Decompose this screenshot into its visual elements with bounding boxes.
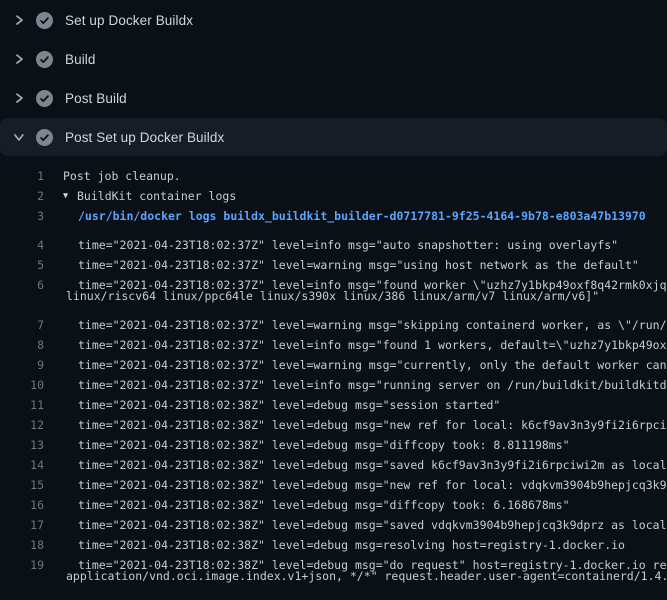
line-number-link[interactable]: 14 <box>0 455 44 466</box>
line-number-link[interactable]: 7 <box>0 315 44 326</box>
log-text: time="2021-04-23T18:02:37Z" level=warnin… <box>78 255 639 266</box>
chevron-right-icon[interactable] <box>12 91 26 105</box>
step-title: Build <box>65 52 96 67</box>
log-text: time="2021-04-23T18:02:38Z" level=debug … <box>78 495 570 506</box>
log-text: time="2021-04-23T18:02:38Z" level=debug … <box>78 595 667 600</box>
chevron-down-icon[interactable] <box>12 130 26 144</box>
log-text: time="2021-04-23T18:02:38Z" level=debug … <box>78 475 667 486</box>
log-row: 7 time="2021-04-23T18:02:37Z" level=warn… <box>0 306 667 326</box>
log-text: time="2021-04-23T18:02:38Z" level=debug … <box>78 555 667 566</box>
line-number-link[interactable]: 10 <box>0 375 44 386</box>
line-number-link[interactable]: 16 <box>0 495 44 506</box>
log-panel[interactable]: 1 Post job cleanup. 2 ▼ BuildKit contain… <box>0 157 667 600</box>
log-row: 4 time="2021-04-23T18:02:37Z" level=info… <box>0 226 667 246</box>
line-number-link[interactable]: 19 <box>0 555 44 566</box>
log-row: application/vnd.oci.image.index.v1+json,… <box>0 566 667 586</box>
log-text: time="2021-04-23T18:02:38Z" level=debug … <box>78 435 570 446</box>
line-number-link[interactable]: 20 <box>0 595 44 600</box>
line-number-link[interactable]: 15 <box>0 475 44 486</box>
log-row: 3 /usr/bin/docker logs buildx_buildkit_b… <box>0 206 667 226</box>
log-text: time="2021-04-23T18:02:37Z" level=info m… <box>78 275 667 286</box>
line-number-link[interactable] <box>0 286 44 306</box>
log-text: application/vnd.oci.image.index.v1+json,… <box>66 566 667 586</box>
line-number-link[interactable]: 4 <box>0 235 44 246</box>
log-text: time="2021-04-23T18:02:37Z" level=info m… <box>78 335 667 346</box>
chevron-right-icon[interactable] <box>12 52 26 66</box>
log-text: BuildKit container logs <box>77 186 236 206</box>
step-title: Set up Docker Buildx <box>65 13 193 28</box>
step-title: Post Set up Docker Buildx <box>65 130 224 145</box>
step-row-post-build[interactable]: Post Build <box>0 79 667 117</box>
log-row: 1 Post job cleanup. <box>0 166 667 186</box>
log-group-collapse-icon[interactable]: ▼ <box>63 186 77 206</box>
line-number-link[interactable]: 6 <box>0 275 44 286</box>
check-circle-icon <box>36 90 53 107</box>
check-circle-icon <box>36 51 53 68</box>
line-number-link[interactable]: 11 <box>0 395 44 406</box>
line-number-link[interactable]: 1 <box>0 166 44 186</box>
step-title: Post Build <box>65 91 127 106</box>
chevron-right-icon[interactable] <box>12 13 26 27</box>
line-number-link[interactable]: 13 <box>0 435 44 446</box>
log-text: time="2021-04-23T18:02:37Z" level=info m… <box>78 375 667 386</box>
line-number-link[interactable]: 2 <box>0 186 44 206</box>
log-text: time="2021-04-23T18:02:38Z" level=debug … <box>78 415 667 426</box>
log-row: 2 ▼ BuildKit container logs <box>0 186 667 206</box>
log-row: 20 time="2021-04-23T18:02:38Z" level=deb… <box>0 586 667 600</box>
line-number-link[interactable]: 18 <box>0 535 44 546</box>
log-text: time="2021-04-23T18:02:38Z" level=debug … <box>78 515 667 526</box>
log-text: Post job cleanup. <box>63 166 181 186</box>
log-text: /usr/bin/docker logs buildx_buildkit_bui… <box>78 206 646 226</box>
line-number-link[interactable]: 5 <box>0 255 44 266</box>
step-row-post-set-up-docker-buildx[interactable]: Post Set up Docker Buildx <box>0 118 667 156</box>
steps-panel: Set up Docker Buildx Build Post Buil <box>0 1 667 156</box>
line-number-link[interactable]: 8 <box>0 335 44 346</box>
line-number-link[interactable]: 9 <box>0 355 44 366</box>
line-number-link[interactable] <box>0 566 44 586</box>
log-text: time="2021-04-23T18:02:37Z" level=info m… <box>78 235 618 246</box>
log-text: linux/riscv64 linux/ppc64le linux/s390x … <box>66 286 599 306</box>
log-text: time="2021-04-23T18:02:37Z" level=warnin… <box>78 315 667 326</box>
log-text: time="2021-04-23T18:02:38Z" level=debug … <box>78 395 500 406</box>
check-circle-icon <box>36 12 53 29</box>
log-row: linux/riscv64 linux/ppc64le linux/s390x … <box>0 286 667 306</box>
line-number-link[interactable]: 17 <box>0 515 44 526</box>
log-text: time="2021-04-23T18:02:38Z" level=debug … <box>78 455 667 466</box>
line-number-link[interactable]: 12 <box>0 415 44 426</box>
line-number-link[interactable]: 3 <box>0 206 44 226</box>
log-text: time="2021-04-23T18:02:37Z" level=warnin… <box>78 355 667 366</box>
step-row-set-up-docker-buildx[interactable]: Set up Docker Buildx <box>0 1 667 39</box>
check-circle-icon <box>36 129 53 146</box>
log-text: time="2021-04-23T18:02:38Z" level=debug … <box>78 535 625 546</box>
step-row-build[interactable]: Build <box>0 40 667 78</box>
